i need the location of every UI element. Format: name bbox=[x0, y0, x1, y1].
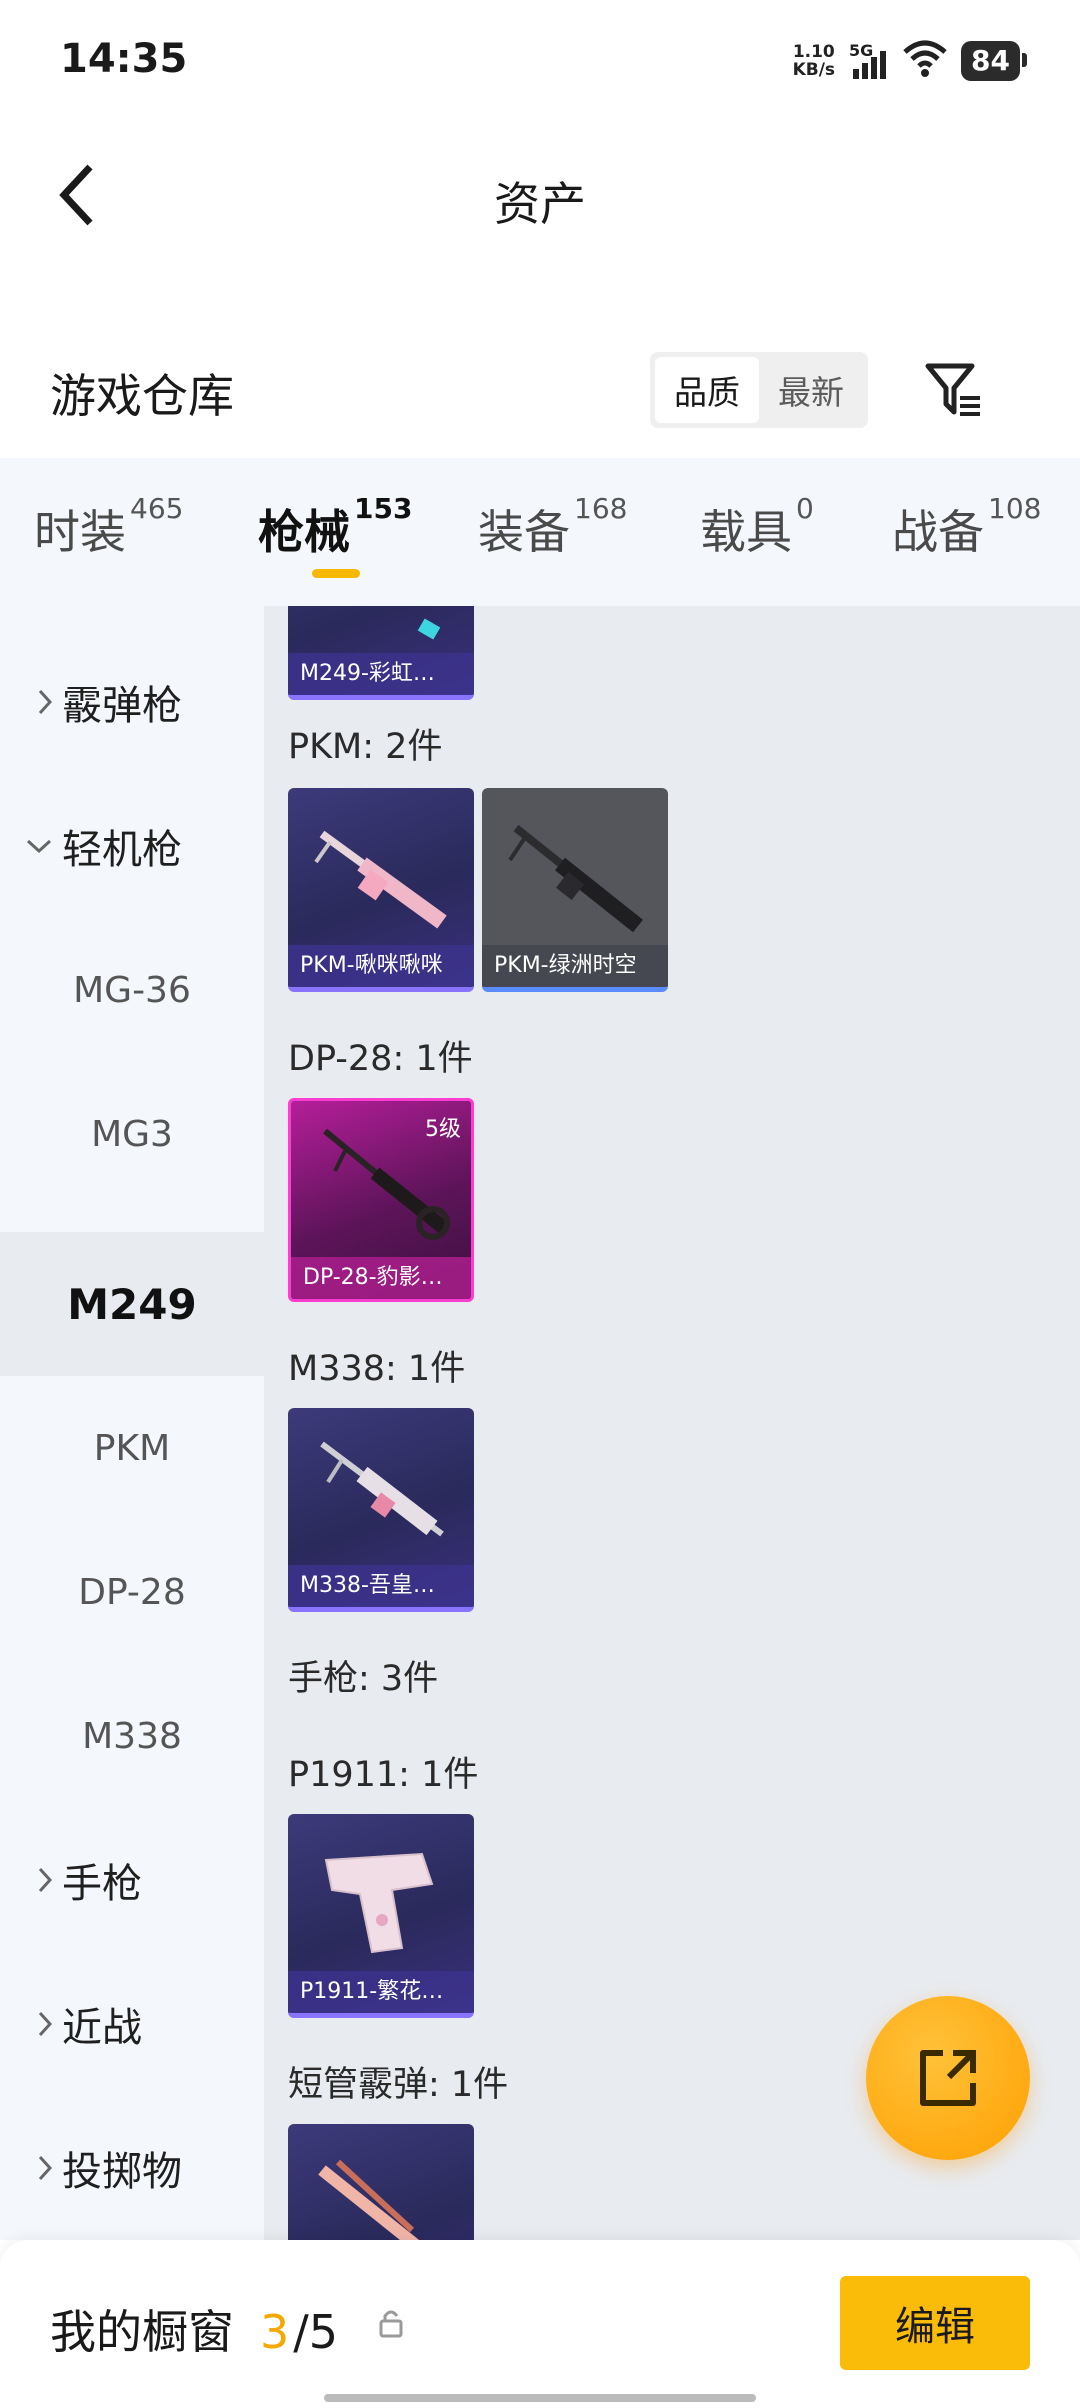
tab-label: 枪械 bbox=[258, 505, 350, 559]
weapon-card-m249[interactable]: M249-彩虹… bbox=[288, 606, 474, 700]
clock: 14:35 bbox=[60, 36, 188, 82]
tab-gear[interactable]: 装备 168 bbox=[478, 492, 627, 562]
tab-vehicles[interactable]: 载具 0 bbox=[700, 492, 814, 562]
tab-label: 时装 bbox=[34, 505, 126, 559]
sidebar-item-label: 霰弹枪 bbox=[62, 683, 182, 729]
tab-count: 465 bbox=[130, 492, 184, 525]
sidebar-subitem-mg36[interactable]: MG-36 bbox=[0, 918, 264, 1062]
tab-count: 168 bbox=[574, 492, 628, 525]
status-bar: 14:35 1.10 KB/s 5G 84 bbox=[0, 0, 1080, 120]
top-header: 资产 bbox=[0, 130, 1080, 260]
chevron-right-icon bbox=[0, 2155, 62, 2181]
share-external-icon bbox=[920, 2050, 976, 2106]
sidebar-item-label: 手枪 bbox=[62, 1861, 142, 1907]
sidebar-item-label: 投掷物 bbox=[62, 2149, 182, 2195]
battery-indicator: 84 bbox=[961, 41, 1027, 81]
group-label-pkm: PKM: 2件 bbox=[288, 727, 443, 767]
speed-unit: KB/s bbox=[792, 60, 836, 80]
weapon-image bbox=[508, 824, 643, 933]
weapon-image bbox=[324, 1852, 434, 1954]
sort-by-quality[interactable]: 品质 bbox=[655, 357, 759, 423]
sidebar-item-throwable[interactable]: 投掷物 bbox=[0, 2096, 264, 2240]
edit-button[interactable]: 编辑 bbox=[840, 2276, 1030, 2370]
weapon-card-name: M338-吾皇… bbox=[288, 1565, 474, 1607]
weapon-card-dp28[interactable]: 5级 DP-28-豹影… bbox=[288, 1098, 474, 1302]
chevron-right-icon bbox=[0, 1867, 62, 1893]
showcase-total-count: /5 bbox=[293, 2305, 339, 2359]
tab-label: 装备 bbox=[478, 505, 570, 559]
sidebar-item-shotgun[interactable]: 霰弹枪 bbox=[0, 630, 264, 774]
warehouse-section-header: 游戏仓库 品质 最新 bbox=[0, 330, 1080, 450]
weapon-category-sidebar: 霰弹枪 轻机枪 MG-36 MG3 M249 PKM DP-28 M338 手枪… bbox=[0, 606, 264, 2240]
tab-outfits[interactable]: 时装 465 bbox=[34, 492, 183, 562]
chevron-right-icon bbox=[0, 2011, 62, 2037]
tab-count: 108 bbox=[988, 492, 1042, 525]
sidebar-subitem-m249[interactable]: M249 bbox=[0, 1232, 264, 1376]
showcase-current-count: 3 bbox=[260, 2305, 290, 2359]
weapon-card-m338[interactable]: M338-吾皇… bbox=[288, 1408, 474, 1612]
network-speed: 1.10 KB/s bbox=[793, 43, 835, 79]
sidebar-subitem-pkm[interactable]: PKM bbox=[0, 1376, 264, 1520]
weapon-card-name: P1911-繁花… bbox=[288, 1971, 474, 2013]
weapon-card-sawed-off[interactable] bbox=[288, 2124, 474, 2240]
filter-list-icon bbox=[925, 363, 980, 416]
section-title: 游戏仓库 bbox=[50, 369, 234, 423]
sidebar-item-melee[interactable]: 近战 bbox=[0, 1952, 264, 2096]
tab-label: 载具 bbox=[700, 505, 792, 559]
weapon-image bbox=[323, 1128, 450, 1240]
weapon-card-name: PKM-啾咪啾咪 bbox=[288, 945, 474, 987]
weapon-card-p1911[interactable]: P1911-繁花… bbox=[288, 1814, 474, 2018]
sidebar-subitem-dp28[interactable]: DP-28 bbox=[0, 1520, 264, 1664]
group-label-dp28: DP-28: 1件 bbox=[288, 1039, 473, 1079]
weapon-card-name: PKM-绿洲时空 bbox=[482, 945, 668, 987]
group-label-pistol: 手枪: 3件 bbox=[288, 1659, 439, 1699]
sidebar-subitem-m338[interactable]: M338 bbox=[0, 1664, 264, 1808]
weapon-card-pkm-1[interactable]: PKM-啾咪啾咪 bbox=[288, 788, 474, 992]
speed-value: 1.10 bbox=[792, 42, 835, 62]
tab-firearms[interactable]: 枪械 153 bbox=[258, 492, 412, 562]
weapon-grid: M249-彩虹… PKM: 2件 PKM-啾咪啾咪 PKM-绿洲时空 DP-28… bbox=[264, 606, 1080, 2240]
sort-by-newest[interactable]: 最新 bbox=[759, 357, 863, 423]
active-tab-indicator bbox=[312, 569, 360, 578]
group-label-m338: M338: 1件 bbox=[288, 1349, 466, 1389]
sidebar-subitem-mg3[interactable]: MG3 bbox=[0, 1062, 264, 1206]
weapon-image bbox=[318, 2159, 420, 2240]
weapon-card-pkm-2[interactable]: PKM-绿洲时空 bbox=[482, 788, 668, 992]
weapon-card-name: M249-彩虹… bbox=[288, 653, 474, 695]
sidebar-item-label: 近战 bbox=[62, 2005, 142, 2051]
tab-label: 战备 bbox=[892, 505, 984, 559]
showcase-bar: 我的橱窗 3 /5 编辑 bbox=[0, 2240, 1080, 2408]
share-fab[interactable] bbox=[866, 1996, 1030, 2160]
showcase-label: 我的橱窗 bbox=[50, 2305, 234, 2359]
weapon-card-name: DP-28-豹影… bbox=[291, 1257, 471, 1299]
showcase-counter: 我的橱窗 3 /5 bbox=[50, 2296, 338, 2362]
sidebar-item-lmg[interactable]: 轻机枪 bbox=[0, 774, 264, 918]
chevron-right-icon bbox=[0, 689, 62, 715]
chevron-down-icon bbox=[0, 839, 62, 853]
signal-icon: 5G bbox=[849, 41, 889, 81]
sort-toggle: 品质 最新 bbox=[650, 352, 868, 428]
category-tabs: 时装 465 枪械 153 装备 168 载具 0 战备 108 bbox=[0, 458, 1080, 606]
weapon-image bbox=[320, 1441, 444, 1537]
group-label-p1911: P1911: 1件 bbox=[288, 1755, 479, 1795]
tab-count: 0 bbox=[796, 492, 814, 525]
weapon-image bbox=[314, 830, 447, 929]
lock-icon bbox=[378, 2308, 404, 2342]
page-title: 资产 bbox=[494, 177, 586, 231]
sidebar-item-pistol[interactable]: 手枪 bbox=[0, 1808, 264, 1952]
tab-supplies[interactable]: 战备 108 bbox=[892, 492, 1041, 562]
wifi-icon bbox=[903, 40, 947, 82]
sidebar-item-label: 轻机枪 bbox=[62, 827, 182, 873]
status-icons: 1.10 KB/s 5G 84 bbox=[793, 38, 1027, 84]
home-indicator[interactable] bbox=[324, 2394, 756, 2402]
group-label-sawed-off: 短管霰弹: 1件 bbox=[288, 2065, 509, 2105]
filter-button[interactable] bbox=[916, 352, 992, 428]
tab-count: 153 bbox=[354, 492, 413, 525]
